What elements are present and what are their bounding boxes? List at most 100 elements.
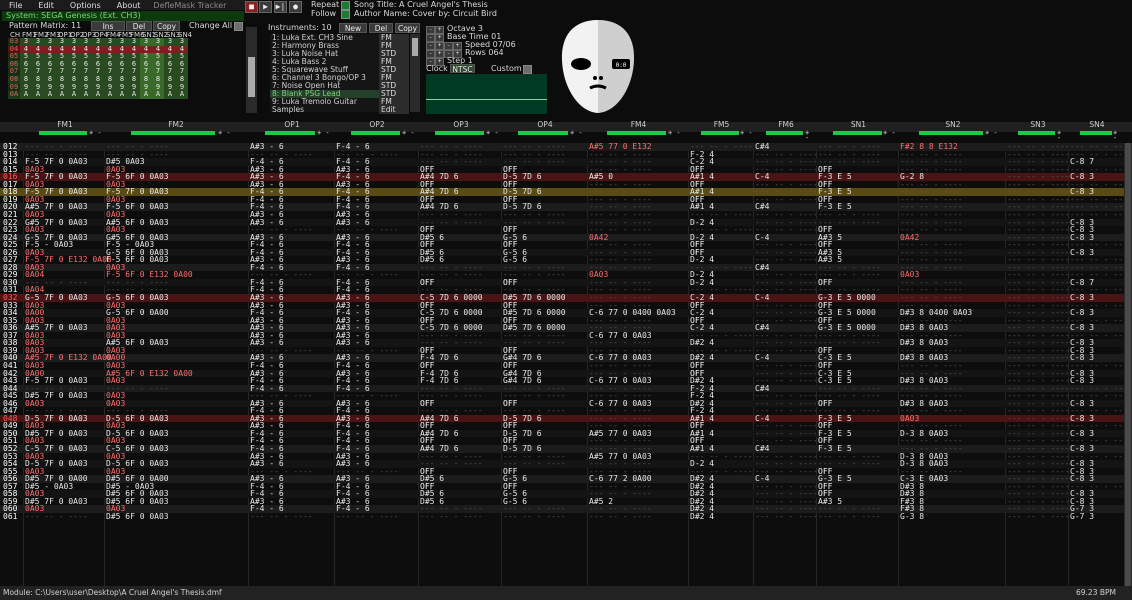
pattern-matrix-value[interactable]: 11: [71, 21, 81, 30]
custom-clock-checkbox[interactable]: [523, 65, 532, 74]
pm-cell[interactable]: A: [164, 91, 176, 99]
channel-volume-bar[interactable]: [833, 131, 882, 135]
channel-collapse-toggle[interactable]: + -: [985, 130, 998, 137]
pattern-row[interactable]: 061 --- -- - ---- D#5 6F 0 0A03 --- -- - --…: [0, 513, 1124, 521]
pm-cell[interactable]: A: [116, 91, 128, 99]
pattern-matrix-grid[interactable]: 03 3 3 3 3 3 3 3 3 3 3 3 3 3 3 04 4 4 4 4 4 4 4 4 4 4 4 4 4 4 05 5 5 5 5 5 5…: [8, 37, 188, 99]
channel-volume-bar[interactable]: [1080, 131, 1112, 135]
pattern-delete-button[interactable]: Del: [126, 21, 152, 31]
pattern-cell-sn3[interactable]: --- -- - ----: [1007, 513, 1070, 521]
channel-volume-bar[interactable]: [39, 131, 87, 135]
channel-header-op2[interactable]: OP2 + -: [336, 121, 418, 137]
channel-collapse-toggle[interactable]: + -: [668, 130, 681, 137]
menu-about[interactable]: About: [108, 1, 148, 10]
channel-collapse-toggle[interactable]: + -: [402, 130, 415, 137]
song-title[interactable]: Song Title: A Cruel Angel's Thesis: [354, 0, 488, 9]
channel-header-sn2[interactable]: SN2 + -: [900, 121, 1006, 137]
channel-collapse-toggle[interactable]: + -: [740, 130, 753, 137]
channel-collapse-toggle[interactable]: + -: [486, 130, 499, 137]
pm-cell[interactable]: A: [56, 91, 68, 99]
instrument-list[interactable]: 1: Luka Ext. CH3 SineFM Edit2: Harmony B…: [270, 34, 409, 114]
instrument-scrollbar[interactable]: [410, 34, 420, 112]
pm-cell[interactable]: A: [128, 91, 140, 99]
channel-header-op1[interactable]: OP1 + -: [250, 121, 334, 137]
channel-volume-bar[interactable]: [1018, 131, 1055, 135]
pattern-cell-fm2[interactable]: D#5 6F 0 0A03: [106, 513, 169, 521]
pattern-cell-sn1[interactable]: --- -- - ----: [818, 513, 881, 521]
pm-cell[interactable]: A: [176, 91, 188, 99]
pattern-row[interactable]: 056 D#5 7F 0 0A00 D#5 6F 0 0A00 A#3 - 6 A#3 …: [0, 475, 1124, 483]
channel-volume-bar[interactable]: [351, 131, 400, 135]
menu-edit[interactable]: Edit: [29, 1, 61, 10]
channel-collapse-toggle[interactable]: + -: [89, 130, 102, 137]
play-button[interactable]: ▶: [259, 1, 272, 13]
record-button[interactable]: ●: [289, 1, 302, 13]
stop-button[interactable]: ■: [245, 1, 258, 13]
pattern-row[interactable]: 045 D#5 7F 0 0A03 0A03 --- -- - ---- --- -- …: [0, 392, 1132, 400]
step-play-button[interactable]: ▶|: [274, 1, 287, 13]
channel-header-sn1[interactable]: SN1 + -: [818, 121, 899, 137]
channel-header-fm2[interactable]: FM2 + -: [106, 121, 246, 137]
pattern-cell-op1[interactable]: --- -- - ----: [250, 513, 313, 521]
channel-header-op3[interactable]: OP3 + -: [420, 121, 502, 137]
channel-collapse-toggle[interactable]: + -: [570, 130, 583, 137]
change-all-checkbox[interactable]: [234, 22, 243, 31]
pm-cell[interactable]: A: [152, 91, 164, 99]
channel-volume-bar[interactable]: [607, 131, 666, 135]
follow-checkbox[interactable]: [341, 10, 350, 19]
pattern-cell-sn4[interactable]: G-7 3: [1070, 513, 1094, 521]
clock-ntsc-button[interactable]: NTSC: [450, 64, 475, 74]
channel-volume-bar[interactable]: [518, 131, 568, 135]
pm-cell[interactable]: A: [20, 91, 32, 99]
pm-cell[interactable]: A: [68, 91, 80, 99]
instrument-edit-button[interactable]: Edit: [379, 106, 409, 114]
channel-header-fm4[interactable]: FM4 + -: [589, 121, 688, 137]
menu-options[interactable]: Options: [61, 1, 108, 10]
pattern-insert-button[interactable]: Ins: [91, 21, 125, 31]
pm-cell[interactable]: A: [104, 91, 116, 99]
channel-header-fm1[interactable]: FM1 + -: [25, 121, 105, 137]
pattern-editor[interactable]: 012 --- -- - ---- --- -- - ---- A#3 - 6 F-4 …: [0, 143, 1132, 586]
channel-volume-bar[interactable]: [131, 131, 215, 135]
channel-collapse-toggle[interactable]: + -: [1113, 130, 1124, 142]
channel-volume-bar[interactable]: [701, 131, 739, 135]
pattern-cell-fm5[interactable]: D#2 4: [690, 513, 714, 521]
pattern-matrix-scrollbar[interactable]: [246, 27, 257, 113]
pattern-cell-sn2[interactable]: G-3 8: [900, 513, 924, 521]
channel-collapse-toggle[interactable]: + -: [1057, 130, 1069, 142]
menu-file[interactable]: File: [0, 1, 29, 10]
repeat-checkbox[interactable]: [341, 1, 350, 10]
channel-header-op4[interactable]: OP4 + -: [503, 121, 587, 137]
pm-cell[interactable]: A: [80, 91, 92, 99]
pm-cell[interactable]: A: [140, 91, 152, 99]
pattern-row[interactable]: 039 0A03 0A03 --- -- - ---- --- -- - ---- OFF…: [0, 347, 1124, 355]
pm-cell[interactable]: A: [44, 91, 56, 99]
pattern-cell-fm6[interactable]: --- -- - ----: [755, 513, 818, 521]
instrument-new-button[interactable]: New: [339, 23, 367, 33]
pattern-cell-op2[interactable]: --- -- - ----: [336, 513, 399, 521]
pattern-scrollbar[interactable]: [1124, 143, 1132, 586]
author-name[interactable]: Author Name: Cover by: Circuit Bird: [354, 9, 497, 18]
pattern-cell-fm1[interactable]: --- -- - ----: [25, 513, 88, 521]
pattern-cell-fm4[interactable]: --- -- - ----: [589, 513, 652, 521]
instrument-delete-button[interactable]: Del: [369, 23, 393, 33]
pattern-row[interactable]: 042 0A00 A#5 6F 0 E132 0A00 A#3 - 6 A#3 - 6F…: [0, 369, 1124, 378]
channel-header-sn4[interactable]: SN4 + -: [1070, 121, 1124, 142]
pattern-cell-op3[interactable]: --- -- - ----: [420, 513, 483, 521]
channel-header-sn3[interactable]: SN3 + -: [1007, 121, 1069, 142]
pm-cell[interactable]: A: [32, 91, 44, 99]
channel-header-fm6[interactable]: FM6 + -: [755, 121, 817, 142]
pattern-cell-op4[interactable]: --- -- - ----: [503, 513, 566, 521]
instrument-item[interactable]: Samples Edit: [270, 106, 409, 114]
instrument-copy-button[interactable]: Copy: [395, 23, 420, 33]
pm-cell[interactable]: A: [92, 91, 104, 99]
channel-collapse-toggle[interactable]: + -: [218, 130, 231, 137]
channel-collapse-toggle[interactable]: + -: [317, 130, 330, 137]
channel-volume-bar[interactable]: [919, 131, 983, 135]
channel-volume-bar[interactable]: [435, 131, 484, 135]
channel-volume-bar[interactable]: [265, 131, 315, 135]
channel-volume-bar[interactable]: [766, 131, 803, 135]
channel-collapse-toggle[interactable]: + -: [883, 130, 896, 137]
channel-header-fm5[interactable]: FM5 + -: [690, 121, 753, 137]
channel-collapse-toggle[interactable]: + -: [805, 130, 817, 142]
